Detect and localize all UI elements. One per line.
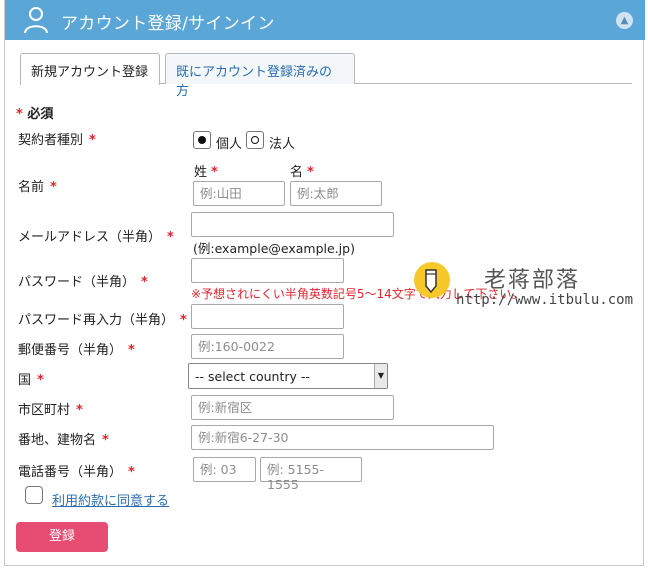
required-mark: *: [180, 313, 187, 328]
email-label-text: メールアドレス（半角）: [18, 230, 162, 245]
panel-header: アカウント登録/サインイン ▲: [5, 0, 645, 40]
tab-bar: 新規アカウント登録 既にアカウント登録済みの方: [20, 53, 632, 99]
password-label-text: パスワード（半角）: [18, 275, 136, 290]
password-confirm-label: パスワード再入力（半角） *: [18, 309, 187, 328]
terms-checkbox[interactable]: [25, 486, 43, 504]
country-select-value: -- select country --: [195, 369, 310, 384]
radio-dot: [198, 136, 206, 144]
contract-type-label-text: 契約者種別: [18, 133, 84, 148]
required-mark: *: [102, 433, 109, 448]
address-input[interactable]: 例:新宿6-27-30: [191, 425, 494, 450]
required-mark: *: [89, 133, 96, 148]
last-name-input[interactable]: 例:山田: [193, 181, 285, 206]
address-label-text: 番地、建物名: [18, 433, 97, 448]
required-mark: *: [37, 373, 44, 388]
required-mark: *: [16, 107, 23, 122]
email-input[interactable]: [191, 212, 394, 237]
password-confirm-label-text: パスワード再入力（半角）: [18, 313, 175, 328]
name-label: 名前 *: [18, 176, 57, 195]
password-label: パスワード（半角） *: [18, 271, 148, 290]
email-hint: (例:example@example.jp): [193, 241, 355, 256]
phone-label-text: 電話番号（半角）: [18, 465, 123, 480]
radio-ring: [251, 136, 259, 144]
tab-new-account[interactable]: 新規アカウント登録: [20, 53, 160, 85]
radio-corporate-label: 法人: [269, 137, 296, 152]
required-mark: *: [141, 275, 148, 290]
watermark-url: http://www.itbulu.com: [456, 292, 634, 308]
password-input[interactable]: [191, 258, 344, 283]
postal-code-input[interactable]: 例:160-0022: [191, 334, 344, 359]
required-mark: *: [167, 230, 174, 245]
country-select[interactable]: -- select country -- ▼: [188, 363, 388, 389]
name-label-text: 名前: [18, 180, 45, 195]
required-note-text: 必須: [27, 107, 54, 122]
first-name-label: 名 *: [290, 161, 314, 180]
city-label-text: 市区町村: [18, 403, 71, 418]
required-mark: *: [128, 343, 135, 358]
required-mark: *: [307, 165, 314, 180]
chevron-up-icon[interactable]: ▲: [616, 12, 633, 29]
postal-code-label-text: 郵便番号（半角）: [18, 343, 123, 358]
panel-title: アカウント登録/サインイン: [61, 14, 275, 34]
required-mark: *: [76, 403, 83, 418]
last-name-label-text: 姓: [194, 165, 208, 180]
tab-existing-account[interactable]: 既にアカウント登録済みの方: [165, 53, 355, 99]
country-label-text: 国: [18, 373, 32, 388]
email-label: メールアドレス（半角） *: [18, 226, 174, 245]
phone-area-input[interactable]: 例: 03: [193, 457, 256, 482]
city-label: 市区町村 *: [18, 399, 83, 418]
city-input[interactable]: 例:新宿区: [191, 395, 394, 420]
submit-button[interactable]: 登録: [16, 522, 108, 552]
radio-corporate[interactable]: [246, 131, 264, 149]
required-mark: *: [211, 165, 218, 180]
postal-code-label: 郵便番号（半角） *: [18, 339, 135, 358]
contract-type-label: 契約者種別 *: [18, 129, 96, 148]
terms-link[interactable]: 利用約款に同意する: [52, 490, 169, 509]
required-mark: *: [50, 180, 57, 195]
radio-individual-label: 個人: [216, 137, 243, 152]
user-icon: [24, 7, 48, 34]
dropdown-arrow-icon: ▼: [374, 364, 387, 388]
country-label: 国 *: [18, 369, 44, 388]
phone-label: 電話番号（半角） *: [18, 461, 135, 480]
required-note: * 必須: [16, 103, 53, 122]
pencil-logo-icon: [414, 262, 450, 298]
last-name-label: 姓 *: [194, 161, 218, 180]
phone-number-input[interactable]: 例: 5155-1555: [260, 457, 362, 492]
watermark-text: 老蒋部落: [484, 268, 581, 293]
address-label: 番地、建物名 *: [18, 429, 109, 448]
required-mark: *: [128, 465, 135, 480]
radio-individual[interactable]: [193, 131, 211, 149]
first-name-label-text: 名: [290, 165, 304, 180]
pencil-icon: [425, 269, 437, 294]
watermark: 老蒋部落 http://www.itbulu.com: [414, 262, 644, 310]
first-name-input[interactable]: 例:太郎: [290, 181, 382, 206]
password-confirm-input[interactable]: [191, 304, 344, 329]
